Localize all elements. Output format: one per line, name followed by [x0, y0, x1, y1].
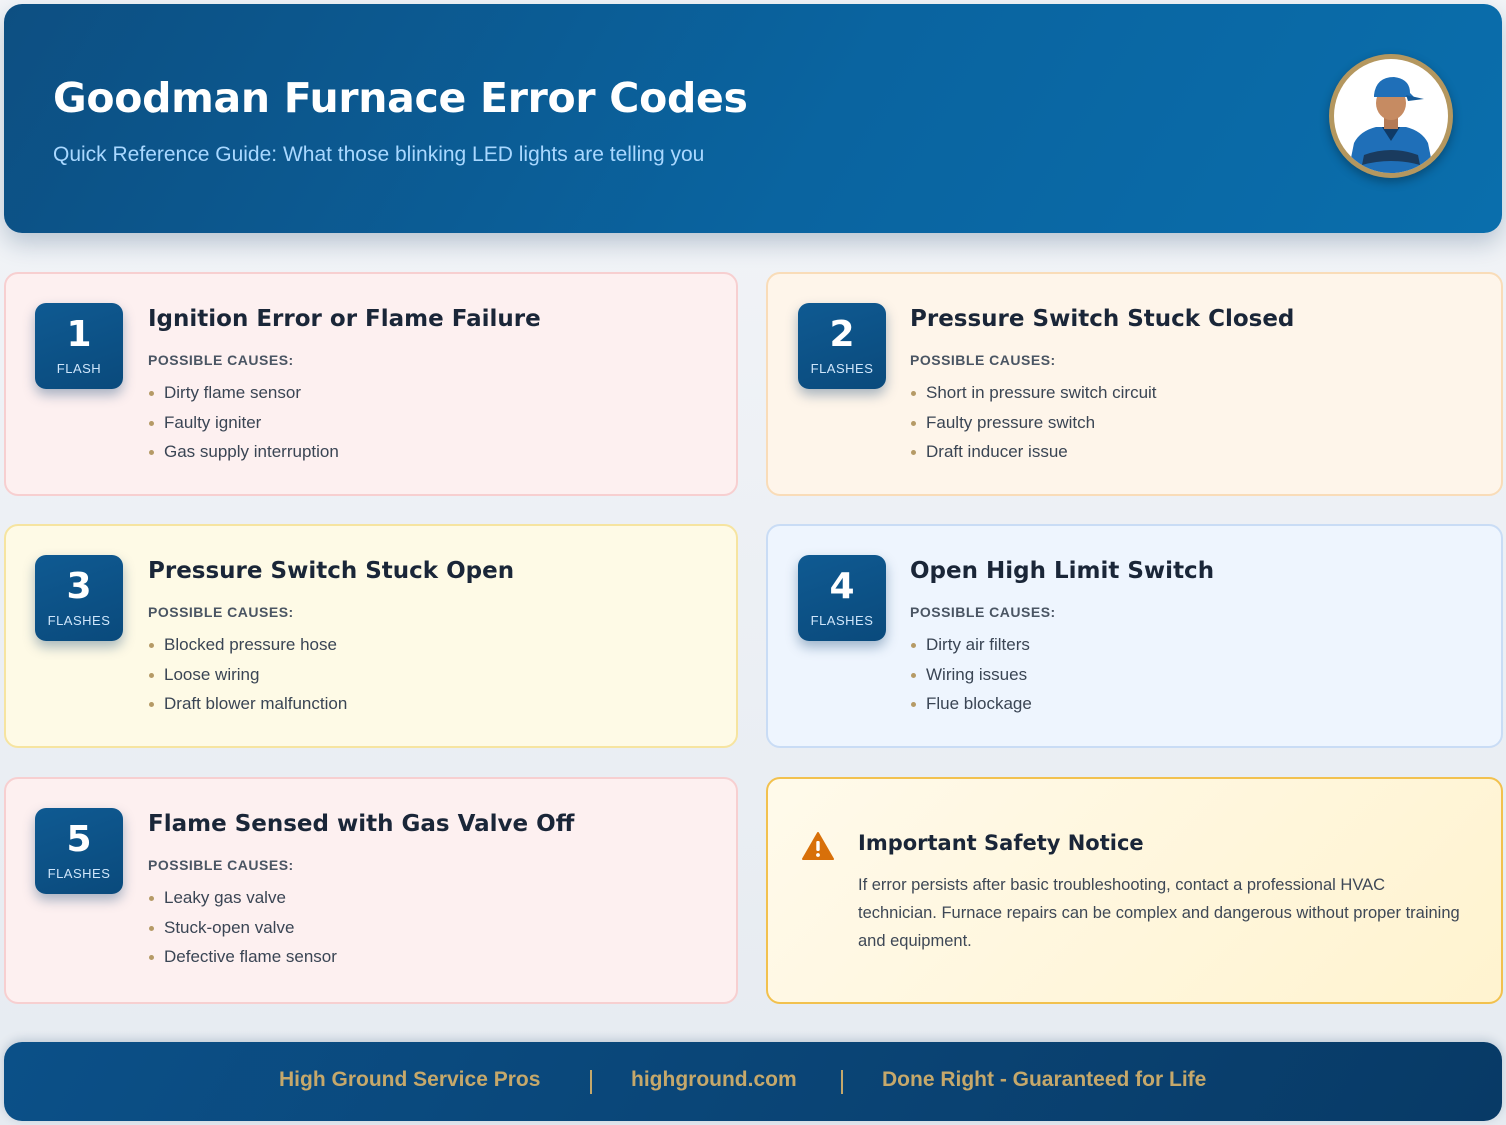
flash-count-badge: 4 FLASHES — [798, 555, 886, 641]
cause-item: Leaky gas valve — [148, 883, 337, 913]
cause-item: Faulty igniter — [148, 408, 339, 438]
header-banner: Goodman Furnace Error Codes Quick Refere… — [4, 4, 1502, 233]
cause-item: Defective flame sensor — [148, 942, 337, 972]
cause-item: Faulty pressure switch — [910, 408, 1157, 438]
error-title: Flame Sensed with Gas Valve Off — [148, 811, 575, 837]
causes-list: Leaky gas valve Stuck-open valve Defecti… — [148, 883, 337, 972]
page-subtitle: Quick Reference Guide: What those blinki… — [53, 143, 705, 166]
warning-icon — [802, 831, 834, 865]
safety-notice-text: If error persists after basic troublesho… — [858, 876, 1460, 950]
company-name: High Ground Service Pros — [279, 1068, 541, 1091]
flash-count-badge: 5 FLASHES — [35, 808, 123, 894]
error-code-card-3: 3 FLASHES Pressure Switch Stuck Open POS… — [4, 524, 738, 748]
flash-count-badge: 1 FLASH — [35, 303, 123, 389]
flash-count: 5 — [66, 819, 92, 860]
flash-count: 2 — [829, 314, 855, 355]
technician-icon — [1334, 59, 1448, 173]
error-title: Ignition Error or Flame Failure — [148, 306, 541, 332]
flash-unit: FLASHES — [810, 613, 874, 628]
footer-divider — [841, 1070, 843, 1094]
safety-notice-card: Important Safety Notice If error persist… — [766, 777, 1503, 1004]
flash-count-badge: 3 FLASHES — [35, 555, 123, 641]
company-tagline: Done Right - Guaranteed for Life — [882, 1068, 1207, 1091]
causes-label: POSSIBLE CAUSES: — [910, 604, 1056, 620]
cause-item: Blocked pressure hose — [148, 630, 347, 660]
cause-item: Flue blockage — [910, 689, 1032, 719]
cause-item: Draft blower malfunction — [148, 689, 347, 719]
causes-label: POSSIBLE CAUSES: — [148, 604, 294, 620]
footer-divider — [590, 1070, 592, 1094]
flash-unit: FLASHES — [47, 613, 111, 628]
causes-label: POSSIBLE CAUSES: — [910, 352, 1056, 368]
technician-avatar — [1329, 54, 1453, 178]
cause-item: Stuck-open valve — [148, 913, 337, 943]
flash-unit: FLASHES — [810, 361, 874, 376]
error-code-card-5: 5 FLASHES Flame Sensed with Gas Valve Of… — [4, 777, 738, 1004]
causes-list: Dirty air filters Wiring issues Flue blo… — [910, 630, 1032, 719]
cause-item: Wiring issues — [910, 660, 1032, 690]
causes-list: Blocked pressure hose Loose wiring Draft… — [148, 630, 347, 719]
website-link[interactable]: highground.com — [631, 1068, 797, 1092]
flash-count: 4 — [829, 566, 855, 607]
error-code-card-1: 1 FLASH Ignition Error or Flame Failure … — [4, 272, 738, 496]
cause-item: Loose wiring — [148, 660, 347, 690]
footer-banner: High Ground Service Pros highground.com … — [4, 1042, 1502, 1121]
flash-count: 1 — [66, 314, 92, 355]
cause-item: Draft inducer issue — [910, 437, 1157, 467]
flash-unit: FLASH — [56, 361, 102, 376]
flash-unit: FLASHES — [47, 866, 111, 881]
error-title: Pressure Switch Stuck Open — [148, 558, 515, 584]
page-title: Goodman Furnace Error Codes — [53, 74, 748, 122]
flash-count: 3 — [66, 566, 92, 607]
error-code-card-2: 2 FLASHES Pressure Switch Stuck Closed P… — [766, 272, 1503, 496]
cause-item: Short in pressure switch circuit — [910, 378, 1157, 408]
causes-list: Short in pressure switch circuit Faulty … — [910, 378, 1157, 467]
causes-list: Dirty flame sensor Faulty igniter Gas su… — [148, 378, 339, 467]
error-title: Open High Limit Switch — [910, 558, 1215, 584]
causes-label: POSSIBLE CAUSES: — [148, 857, 294, 873]
causes-label: POSSIBLE CAUSES: — [148, 352, 294, 368]
cause-item: Dirty flame sensor — [148, 378, 339, 408]
safety-notice-title: Important Safety Notice — [858, 831, 1144, 855]
cause-item: Gas supply interruption — [148, 437, 339, 467]
error-code-card-4: 4 FLASHES Open High Limit Switch POSSIBL… — [766, 524, 1503, 748]
flash-count-badge: 2 FLASHES — [798, 303, 886, 389]
cause-item: Dirty air filters — [910, 630, 1032, 660]
error-title: Pressure Switch Stuck Closed — [910, 306, 1295, 332]
